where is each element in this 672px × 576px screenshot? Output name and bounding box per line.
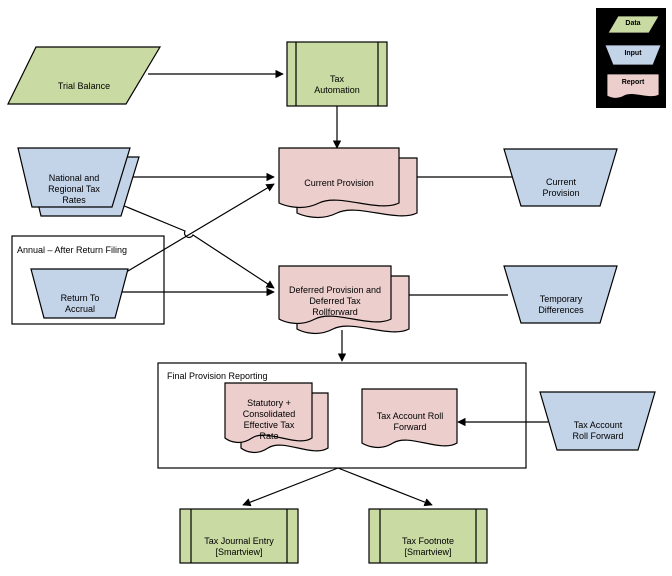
legend-label-report: Report [621,79,645,86]
node-return-to-accrual[interactable] [30,268,129,319]
connector-final-reporting-to-tax-journal-entry [242,467,339,507]
flowchart-graphics [7,8,666,564]
node-current-provision-input[interactable] [503,148,618,207]
node-statutory-consolidated-etr[interactable] [224,382,329,453]
legend-label-data: Data [625,20,641,27]
node-tax-automation[interactable] [286,41,388,107]
connector-final-reporting-to-tax-footnote [337,467,433,507]
flowchart-canvas: Trial Balance Tax Automation National an… [0,0,672,576]
group-final-provision-reporting [157,362,527,469]
node-deferred-provision-rollforward[interactable] [278,265,410,334]
node-tax-journal-entry[interactable] [179,508,299,564]
node-tax-account-roll-forward-report[interactable] [361,388,458,448]
legend-label-input: Input [624,50,642,57]
node-tax-footnote[interactable] [368,508,488,564]
node-national-regional-tax-rates[interactable] [17,147,140,217]
connector-tax-rates-to-deferred-provision [121,204,275,289]
node-tax-account-roll-forward-input[interactable] [539,391,656,451]
node-trial-balance[interactable] [7,46,162,105]
node-temporary-differences[interactable] [503,265,618,324]
node-current-provision-report[interactable] [278,147,418,218]
